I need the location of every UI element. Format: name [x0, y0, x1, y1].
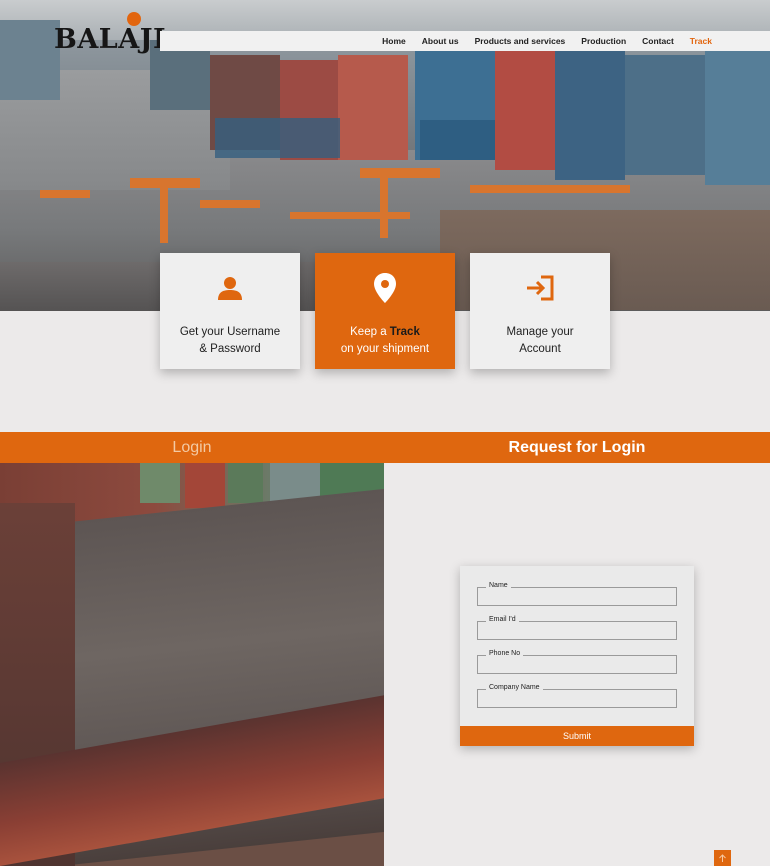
submit-button[interactable]: Submit: [460, 726, 694, 746]
company-name-field[interactable]: [478, 690, 676, 707]
logo[interactable]: BALAJI: [54, 24, 166, 55]
card-text: Get your Username & Password: [179, 326, 281, 355]
user-icon: [215, 273, 245, 303]
company-field-box: Company Name: [477, 684, 677, 708]
card-manage-account[interactable]: Manage your Account: [470, 253, 610, 369]
nav-about-us[interactable]: About us: [422, 36, 459, 46]
card-username-password[interactable]: Get your Username & Password: [160, 253, 300, 369]
email-field-box: Email I'd: [477, 616, 677, 640]
phone-field[interactable]: [478, 656, 676, 673]
request-login-form: Name Email I'd Phone No Company Name Sub…: [460, 566, 694, 746]
sign-in-icon: [525, 273, 555, 303]
nav-track[interactable]: Track: [690, 36, 712, 46]
card-track-shipment[interactable]: Keep a Track on your shipment: [315, 253, 455, 369]
name-field[interactable]: [478, 588, 676, 605]
nav-home[interactable]: Home: [382, 36, 406, 46]
email-field[interactable]: [478, 622, 676, 639]
name-field-box: Name: [477, 582, 677, 606]
nav-contact[interactable]: Contact: [642, 36, 674, 46]
tab-request-for-login[interactable]: Request for Login: [384, 432, 770, 463]
card-text: Manage your Account: [506, 326, 574, 355]
tabs-bar: Login Request for Login: [0, 432, 770, 463]
nav-production[interactable]: Production: [581, 36, 626, 46]
page: BALAJI Home About us Products and servic…: [0, 0, 770, 866]
card-text: Keep a Track on your shipment: [340, 326, 430, 355]
ship-image: [0, 463, 384, 866]
phone-field-box: Phone No: [477, 650, 677, 674]
arrow-up-icon: [719, 853, 726, 862]
location-pin-icon: [370, 273, 400, 303]
tab-login[interactable]: Login: [0, 432, 384, 463]
nav-products-and-services[interactable]: Products and services: [475, 36, 566, 46]
scroll-top-button[interactable]: [714, 850, 731, 866]
navbar: Home About us Products and services Prod…: [160, 31, 770, 51]
